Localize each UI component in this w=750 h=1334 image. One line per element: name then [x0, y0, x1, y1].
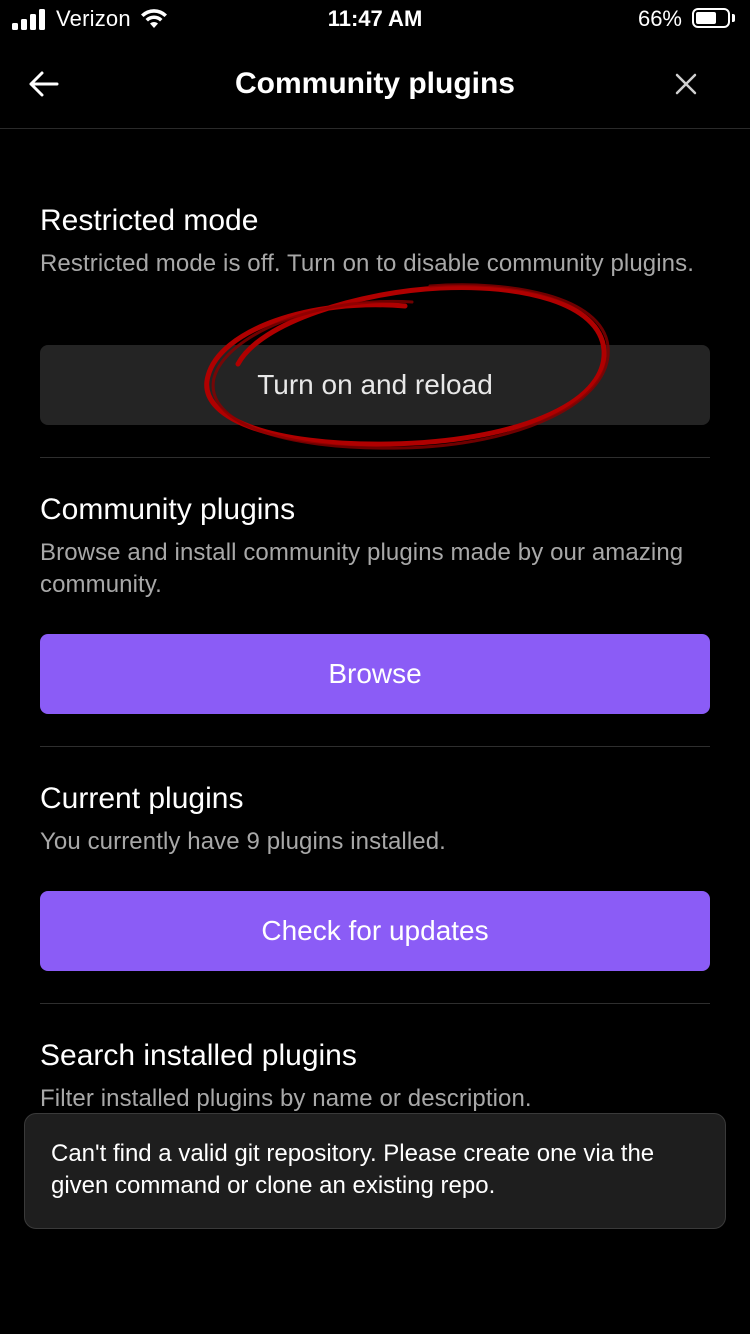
- turn-on-and-reload-button[interactable]: Turn on and reload: [40, 345, 710, 425]
- search-plugins-description: Filter installed plugins by name or desc…: [40, 1085, 532, 1112]
- search-plugins-title: Search installed plugins: [40, 1039, 357, 1072]
- browse-button[interactable]: Browse: [40, 634, 710, 714]
- divider: [40, 746, 710, 747]
- nav-bar: Community plugins: [0, 40, 750, 129]
- check-for-updates-label: Check for updates: [261, 915, 489, 946]
- check-for-updates-button[interactable]: Check for updates: [40, 891, 710, 971]
- close-icon: [675, 73, 697, 95]
- divider: [40, 457, 710, 458]
- error-toast[interactable]: Can't find a valid git repository. Pleas…: [24, 1113, 726, 1229]
- divider: [40, 1003, 710, 1004]
- status-bar: Verizon 11:47 AM 66%: [0, 0, 750, 40]
- close-button[interactable]: [666, 64, 706, 104]
- current-plugins-description: You currently have 9 plugins installed.: [40, 828, 446, 855]
- browse-label: Browse: [328, 658, 422, 689]
- current-plugins-title: Current plugins: [40, 782, 244, 815]
- status-right: 66%: [638, 6, 736, 32]
- community-plugins-title: Community plugins: [40, 493, 296, 526]
- battery-percent: 66%: [637, 6, 682, 31]
- restricted-mode-title: Restricted mode: [40, 204, 259, 237]
- community-plugins-description: Browse and install community plugins mad…: [40, 539, 684, 598]
- toast-message: Can't find a valid git repository. Pleas…: [51, 1140, 655, 1199]
- restricted-mode-description: Restricted mode is off. Turn on to disab…: [40, 250, 694, 277]
- turn-on-and-reload-label: Turn on and reload: [257, 369, 493, 400]
- battery-icon: [692, 8, 736, 30]
- page-title: Community plugins: [235, 67, 515, 100]
